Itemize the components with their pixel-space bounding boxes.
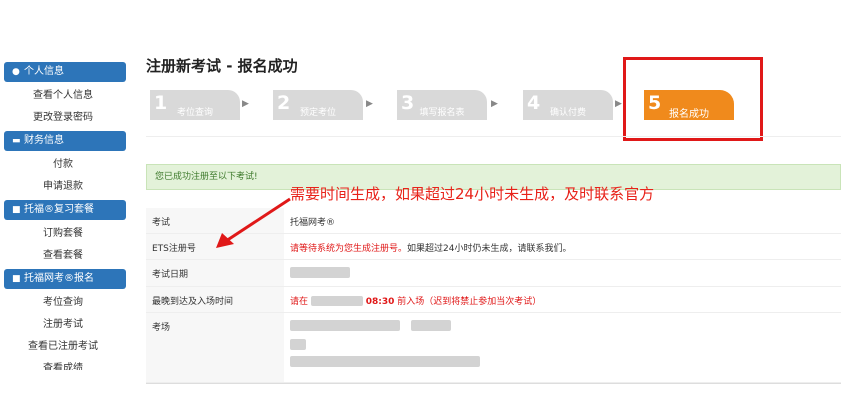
sidebar-link-seat-search[interactable]: 考位查询 bbox=[0, 292, 126, 314]
sidebar-link-change-password[interactable]: 更改登录密码 bbox=[0, 107, 126, 129]
section-title: 托福®复习套餐 bbox=[24, 204, 94, 215]
arrival-prefix: 请在 bbox=[290, 296, 309, 307]
sidebar-link-register-exam[interactable]: 注册考试 bbox=[0, 314, 126, 336]
section-title: 个人信息 bbox=[24, 66, 64, 77]
sidebar-section-personal-info[interactable]: ● 个人信息 bbox=[4, 62, 126, 82]
row-label: 考场 bbox=[146, 312, 284, 383]
exam-date-value bbox=[284, 259, 841, 287]
sidebar-link-scores[interactable]: 查看成绩 bbox=[0, 358, 126, 370]
step-2: 2 预定考位 bbox=[273, 90, 363, 120]
step-label: 填写报名表 bbox=[419, 108, 465, 118]
step-4: 4 确认付费 bbox=[523, 90, 613, 120]
arrival-suffix: 前入场（迟到将禁止参加当次考试） bbox=[397, 296, 542, 307]
annotation-arrow-icon bbox=[216, 197, 291, 248]
row-label: 最晚到达及入场时间 bbox=[146, 286, 284, 313]
redacted-venue-line bbox=[290, 355, 841, 367]
step-3: 3 填写报名表 bbox=[397, 90, 487, 120]
redacted-venue-line bbox=[290, 319, 841, 331]
venue-value bbox=[284, 312, 841, 383]
step-label: 确认付费 bbox=[549, 108, 586, 118]
book-icon: ■ bbox=[12, 205, 21, 215]
exam-value: 托福网考® bbox=[284, 208, 841, 234]
table-row: 考场 bbox=[146, 312, 841, 383]
step-arrow-icon: ▶ bbox=[366, 99, 373, 109]
section-title: 托福网考®报名 bbox=[24, 273, 94, 284]
step-arrow-icon: ▶ bbox=[491, 99, 498, 109]
ets-pending-text: 请等待系统为您生成注册号。 bbox=[290, 243, 408, 254]
sidebar-section-registration[interactable]: ■ 托福网考®报名 bbox=[4, 269, 126, 289]
page-title: 注册新考试 - 报名成功 bbox=[146, 57, 298, 75]
step-arrow-icon: ▶ bbox=[615, 99, 622, 109]
annotation-text: 需要时间生成，如果超过24小时未生成，及时联系官方 bbox=[290, 185, 655, 203]
sidebar-section-prep-package[interactable]: ■ 托福®复习套餐 bbox=[4, 200, 126, 220]
sidebar-link-view-profile[interactable]: 查看个人信息 bbox=[0, 85, 126, 107]
redacted-venue-line bbox=[290, 338, 841, 350]
sidebar: ● 个人信息 查看个人信息 更改登录密码 ▬ 财务信息 付款 申请退款 ■ 托福®复习… bbox=[0, 60, 126, 370]
sidebar-link-view-package[interactable]: 查看套餐 bbox=[0, 245, 126, 267]
sidebar-link-refund[interactable]: 申请退款 bbox=[0, 176, 126, 198]
highlight-box bbox=[623, 57, 763, 141]
redacted-date bbox=[310, 296, 363, 306]
arrival-value: 请在 08:30 前入场（迟到将禁止参加当次考试） bbox=[284, 286, 841, 313]
table-row: 最晚到达及入场时间 请在 08:30 前入场（迟到将禁止参加当次考试） bbox=[146, 286, 841, 313]
divider bbox=[146, 383, 841, 384]
sidebar-link-order-package[interactable]: 订购套餐 bbox=[0, 223, 126, 245]
sidebar-link-registered-exams[interactable]: 查看已注册考试 bbox=[0, 336, 126, 358]
sidebar-link-payment[interactable]: 付款 bbox=[0, 154, 126, 176]
divider bbox=[146, 136, 841, 137]
step-label: 预定考位 bbox=[299, 108, 336, 118]
sidebar-section-finance[interactable]: ▬ 财务信息 bbox=[4, 131, 126, 151]
user-icon: ● bbox=[12, 67, 20, 77]
redacted-date bbox=[290, 266, 350, 278]
step-1: 1 考位查询 bbox=[150, 90, 240, 120]
row-label: 考试日期 bbox=[146, 259, 284, 287]
ets-contact-note: 如果超过24小时仍未生成，请联系我们。 bbox=[407, 243, 572, 254]
step-arrow-icon: ▶ bbox=[242, 99, 249, 109]
section-title: 财务信息 bbox=[24, 135, 64, 146]
step-label: 考位查询 bbox=[176, 108, 213, 118]
card-icon: ▬ bbox=[12, 136, 21, 146]
arrival-time: 08:30 bbox=[365, 296, 395, 307]
table-row: 考试日期 bbox=[146, 259, 841, 287]
book-icon: ■ bbox=[12, 274, 21, 284]
ets-value: 请等待系统为您生成注册号。如果超过24小时仍未生成，请联系我们。 bbox=[284, 233, 841, 260]
